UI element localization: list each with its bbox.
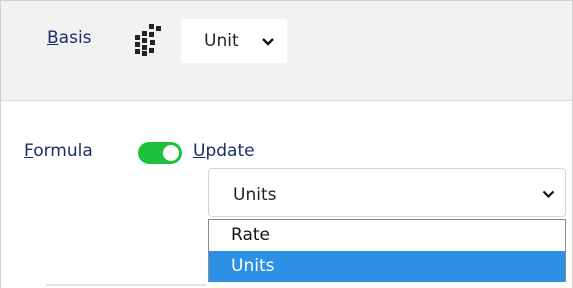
formula-units-select[interactable]: Units: [208, 168, 566, 217]
formula-label[interactable]: Formula: [24, 141, 93, 161]
formula-accel-key: F: [24, 141, 34, 161]
chevron-down-icon: [262, 38, 274, 46]
unit-select[interactable]: Unit: [181, 19, 287, 63]
divider: [46, 284, 206, 286]
update-toggle[interactable]: [138, 142, 182, 164]
chevron-down-icon: [542, 190, 555, 199]
basis-label[interactable]: Basis: [47, 28, 92, 48]
basis-accel-key: B: [47, 28, 59, 48]
update-label-rest: pdate: [205, 141, 255, 161]
update-label[interactable]: Update: [193, 141, 255, 161]
dropdown-option-rate[interactable]: Rate: [209, 220, 565, 251]
formula-label-rest: ormula: [33, 141, 93, 161]
unit-select-value: Unit: [204, 31, 239, 51]
basis-label-rest: asis: [58, 28, 92, 48]
toggle-knob: [163, 145, 179, 161]
dropdown-option-units[interactable]: Units: [209, 251, 565, 282]
units-dropdown-list: Rate Units: [208, 219, 566, 282]
units-select-value: Units: [233, 185, 277, 205]
update-accel-key: U: [193, 141, 206, 161]
grid-pattern-icon[interactable]: [134, 24, 164, 56]
